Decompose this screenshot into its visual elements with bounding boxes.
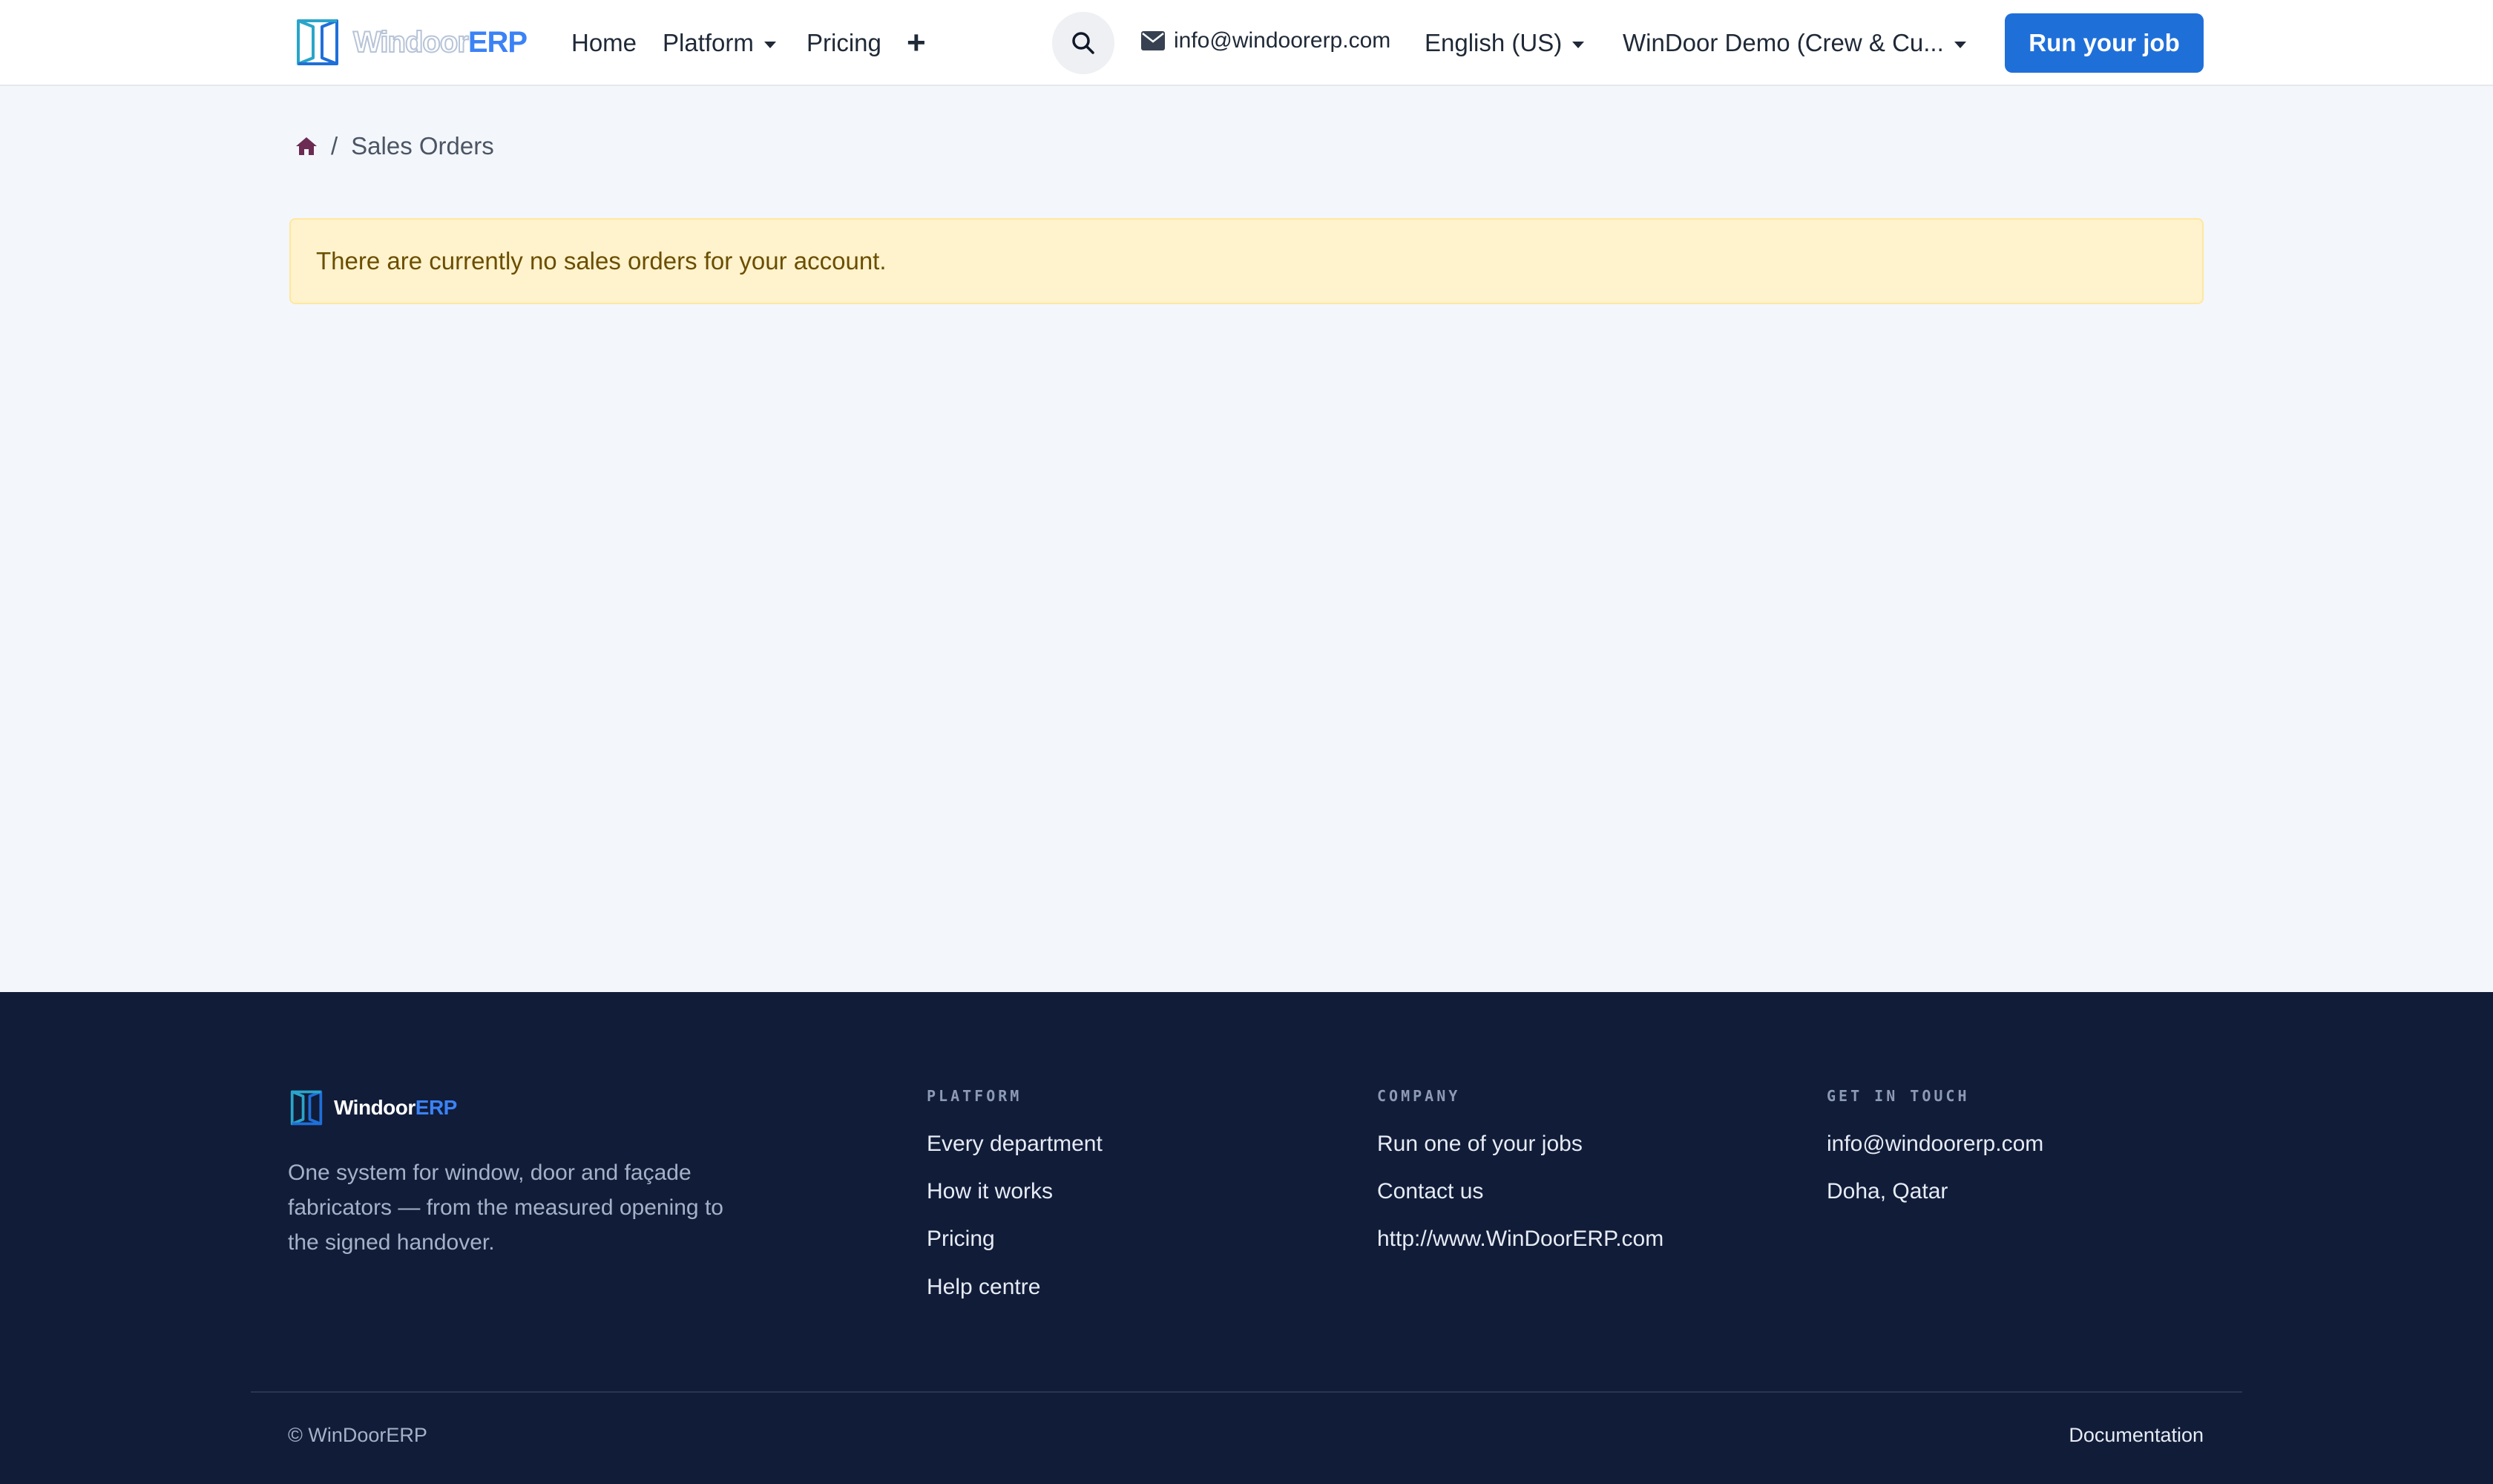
footer-logo[interactable]: WindoorERP xyxy=(289,1089,457,1127)
footer-link-contact-us[interactable]: Contact us xyxy=(1377,1177,1483,1206)
footer-link-run-job[interactable]: Run one of your jobs xyxy=(1377,1129,1583,1159)
windoor-logo-icon xyxy=(290,1090,323,1126)
company-label: WinDoor Demo (Crew & Cu... xyxy=(1623,29,1944,56)
footer-brand-name: WindoorERP xyxy=(334,1096,457,1120)
brand-accent: ERP xyxy=(467,25,528,59)
brand-logo[interactable]: WindoorERP xyxy=(295,16,528,68)
footer-tagline: One system for window, door and façade f… xyxy=(288,1160,723,1255)
footer-link-pricing[interactable]: Pricing xyxy=(927,1224,995,1254)
footer-link-help-centre[interactable]: Help centre xyxy=(927,1273,1040,1302)
breadcrumb-separator: / xyxy=(331,132,338,160)
language-dropdown[interactable]: English (US) xyxy=(1425,27,1585,59)
header-email-text: info@windoorerp.com xyxy=(1174,28,1391,53)
nav-pricing[interactable]: Pricing xyxy=(807,27,881,59)
home-icon[interactable] xyxy=(295,137,318,156)
footer-link-how-it-works[interactable]: How it works xyxy=(927,1177,1053,1206)
footer: WindoorERP One system for window, door a… xyxy=(0,992,2493,1484)
footer-link-every-department[interactable]: Every department xyxy=(927,1129,1103,1159)
nav-home[interactable]: Home xyxy=(571,27,637,59)
footer-link-email[interactable]: info@windoorerp.com xyxy=(1827,1129,2043,1159)
plus-icon[interactable]: + xyxy=(907,24,926,62)
nav-platform-label: Platform xyxy=(663,29,754,56)
header-email-link[interactable]: info@windoorerp.com xyxy=(1141,28,1390,53)
language-label: English (US) xyxy=(1425,29,1563,56)
footer-copyright: © WinDoorERP xyxy=(288,1424,427,1446)
breadcrumb: / Sales Orders xyxy=(295,132,494,160)
footer-col-title-contact: GET IN TOUCH xyxy=(1827,1087,1970,1105)
footer-brand-accent: ERP xyxy=(415,1096,458,1119)
empty-state-alert: There are currently no sales orders for … xyxy=(289,218,2204,304)
footer-brand-word: Windoor xyxy=(334,1096,416,1119)
search-icon xyxy=(1072,32,1094,54)
top-navbar: WindoorERP Home Platform Pricing + info@… xyxy=(0,0,2493,86)
footer-col-title-platform: PLATFORM xyxy=(927,1087,1022,1105)
brand-name: WindoorERP xyxy=(352,25,528,59)
footer-documentation-link[interactable]: Documentation xyxy=(2069,1424,2204,1447)
breadcrumb-current: Sales Orders xyxy=(351,132,494,160)
footer-col-title-company: COMPANY xyxy=(1377,1087,1461,1105)
nav-platform-dropdown[interactable]: Platform xyxy=(663,27,776,59)
brand-word: Windoor xyxy=(352,25,470,59)
chevron-down-icon xyxy=(1572,41,1585,48)
footer-divider xyxy=(251,1391,2242,1393)
chevron-down-icon xyxy=(1954,41,1966,48)
chevron-down-icon xyxy=(763,41,776,48)
envelope-icon xyxy=(1141,31,1165,50)
search-button[interactable] xyxy=(1052,12,1114,74)
run-your-job-button[interactable]: Run your job xyxy=(2005,13,2204,73)
company-dropdown[interactable]: WinDoor Demo (Crew & Cu... xyxy=(1623,27,1966,59)
footer-link-website[interactable]: http://www.WinDoorERP.com xyxy=(1377,1224,1663,1254)
footer-location: Doha, Qatar xyxy=(1827,1179,1948,1204)
windoor-logo-icon xyxy=(297,19,338,65)
